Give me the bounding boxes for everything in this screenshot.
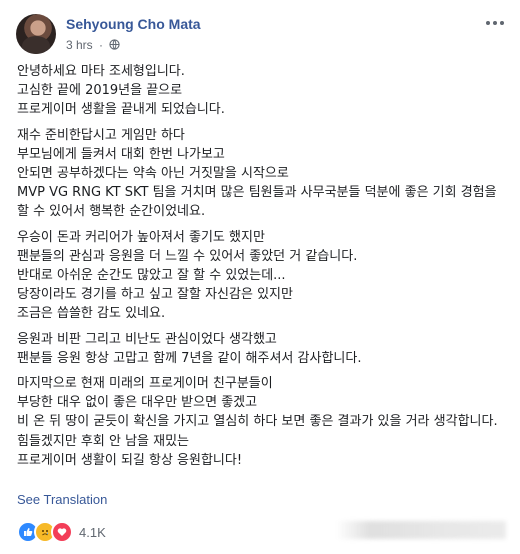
post-header: Sehyoung Cho Mata 3 hrs · (16, 10, 506, 56)
reactions-bar[interactable]: 4.1K (17, 521, 106, 543)
post-text-line: 부모님에게 들켜서 대회 한번 나가보고 (17, 146, 225, 162)
post-text-line: 응원과 비판 그리고 비난도 관심이었다 생각했고 (17, 331, 277, 347)
post-text-line: 고심한 끝에 2019년을 끝으로 (17, 83, 183, 99)
post-text-line: 마지막으로 현재 미래의 프로게이머 친구분들이 (17, 376, 273, 392)
post-text-line: 재수 준비한답시고 게임만 하다 (17, 127, 185, 143)
post-paragraph: 응원과 비판 그리고 비난도 관심이었다 생각했고팬분들 응원 항상 고맙고 함… (17, 330, 507, 368)
post-paragraph: 마지막으로 현재 미래의 프로게이머 친구분들이부당한 대우 없이 좋은 대우만… (17, 374, 507, 470)
post-text-line: 프로게이머 생활을 끝내게 되었습니다. (17, 102, 225, 118)
post-text-line: 프로게이머 생활이 되길 항상 응원합니다! (17, 452, 243, 468)
post-text-line: 조금은 씁쓸한 감도 있네요. (17, 306, 166, 322)
blurred-watermark (336, 521, 506, 539)
post-text-line: 팬분들 응원 항상 고맙고 함께 7년을 같이 해주셔서 감사합니다. (17, 350, 362, 366)
globe-icon[interactable] (109, 39, 121, 50)
post-paragraph: 안녕하세요 마타 조세형입니다. 고심한 끝에 2019년을 끝으로프로게이머 생… (17, 62, 507, 120)
post-text-line: 비 온 뒤 땅이 굳듯이 확신을 가지고 열심히 하다 보면 좋은 결과가 있을… (17, 414, 498, 430)
more-options-icon[interactable] (486, 16, 506, 30)
post-text-line: 당장이라도 경기를 하고 싶고 잘할 자신감은 있지만 (17, 287, 293, 303)
avatar[interactable] (16, 14, 56, 54)
post-paragraph: 재수 준비한답시고 게임만 하다부모님에게 들켜서 대회 한번 나가보고안되면 … (17, 126, 507, 222)
reaction-count[interactable]: 4.1K (79, 525, 106, 540)
post-text-line: 안녕하세요 마타 조세형입니다. (17, 64, 185, 79)
author-name[interactable]: Sehyoung Cho Mata (66, 16, 201, 32)
post-body: 안녕하세요 마타 조세형입니다. 고심한 끝에 2019년을 끝으로프로게이머 생… (17, 62, 507, 476)
post-text-line: MVP VG RNG KT SKT 팀을 거치며 많은 팀원들과 사무국분들 덕… (17, 185, 497, 220)
post-text-line: 부당한 대우 없이 좋은 대우만 받으면 좋겠고 (17, 395, 258, 411)
meta-separator: · (99, 38, 104, 52)
post-text-line: 안되면 공부하겠다는 약속 아닌 거짓말을 시작으로 (17, 166, 289, 182)
facebook-post: Sehyoung Cho Mata 3 hrs · 안녕하세요 마타 조세형입니… (0, 0, 520, 554)
post-text-line: 팬분들의 관심과 응원을 더 느낄 수 있어서 좋았던 거 같습니다. (17, 248, 358, 264)
post-text-line: 반대로 아쉬운 순간도 많았고 잘 할 수 있었는데... (17, 268, 286, 284)
love-icon[interactable] (51, 521, 73, 543)
post-paragraph: 우승이 돈과 커리어가 높아져서 좋기도 했지만팬분들의 관심과 응원을 더 느… (17, 228, 507, 324)
post-time[interactable]: 3 hrs (66, 38, 93, 52)
post-text-line: 우승이 돈과 커리어가 높아져서 좋기도 했지만 (17, 229, 265, 245)
post-text-line: 힘들겠지만 후회 안 남을 재밌는 (17, 433, 190, 449)
see-translation-link[interactable]: See Translation (17, 492, 107, 507)
post-meta: 3 hrs · (66, 38, 121, 52)
